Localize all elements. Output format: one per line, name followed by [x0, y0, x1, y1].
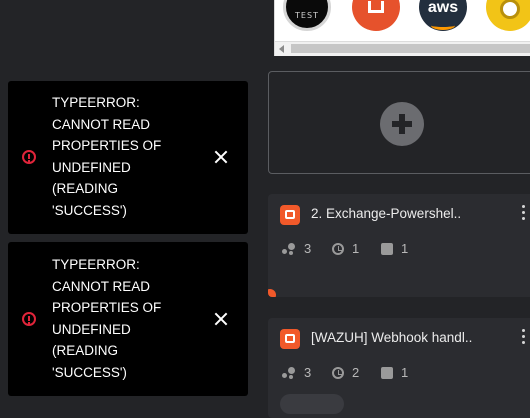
apps-icon — [381, 366, 393, 379]
workflow-card[interactable]: 2. Exchange-Powershel.. 3 1 1 — [268, 194, 530, 297]
nodes-count: 3 — [304, 365, 312, 380]
plus-icon[interactable] — [380, 102, 424, 146]
apps-icon — [381, 242, 393, 255]
apps-stat: 1 — [381, 365, 408, 380]
red-integration-icon[interactable] — [352, 0, 400, 31]
nodes-stat: 3 — [282, 241, 311, 256]
toast-message: TYPEERROR: CANNOT READ PROPERTIES OF UND… — [52, 95, 162, 218]
executions-count: 2 — [352, 365, 360, 380]
nodes-count: 3 — [304, 241, 312, 256]
yellow-integration-icon[interactable] — [486, 0, 530, 31]
workflow-card[interactable]: [WAZUH] Webhook handl.. 3 2 1 — [268, 318, 530, 418]
more-options-icon[interactable] — [522, 329, 526, 345]
close-icon[interactable] — [214, 312, 228, 326]
nodes-icon — [282, 242, 296, 255]
aws-icon[interactable]: aws — [419, 0, 467, 31]
app-strip: TEST aws — [274, 0, 530, 56]
tag-pill[interactable] — [280, 394, 344, 414]
error-toast: TYPEERROR: CANNOT READ PROPERTIES OF UND… — [8, 81, 248, 234]
error-toast: TYPEERROR: CANNOT READ PROPERTIES OF UND… — [8, 242, 248, 396]
executions-stat: 2 — [332, 365, 359, 380]
nodes-icon — [282, 366, 296, 379]
executions-count: 1 — [352, 241, 360, 256]
test-app-label: TEST — [295, 11, 319, 20]
workflow-logo-icon — [280, 205, 300, 225]
toast-message: TYPEERROR: CANNOT READ PROPERTIES OF UND… — [52, 257, 162, 380]
executions-stat: 1 — [332, 241, 359, 256]
history-icon — [332, 366, 344, 379]
scroll-left-icon[interactable] — [279, 45, 284, 53]
workflow-title[interactable]: [WAZUH] Webhook handl.. — [311, 330, 472, 345]
add-workflow-card[interactable] — [268, 71, 530, 174]
test-app-icon[interactable]: TEST — [283, 0, 331, 31]
more-options-icon[interactable] — [522, 205, 526, 221]
error-icon — [22, 150, 36, 164]
aws-label: aws — [427, 0, 459, 16]
workflow-logo-icon — [280, 329, 300, 349]
horizontal-scrollbar[interactable] — [275, 41, 530, 56]
apps-stat: 1 — [381, 241, 408, 256]
close-icon[interactable] — [214, 150, 228, 164]
apps-count: 1 — [401, 241, 409, 256]
scroll-thumb[interactable] — [291, 44, 530, 53]
status-dot — [268, 289, 276, 297]
history-icon — [332, 242, 344, 255]
nodes-stat: 3 — [282, 365, 311, 380]
apps-count: 1 — [401, 365, 409, 380]
workflow-title[interactable]: 2. Exchange-Powershel.. — [311, 206, 461, 221]
error-icon — [22, 312, 36, 326]
